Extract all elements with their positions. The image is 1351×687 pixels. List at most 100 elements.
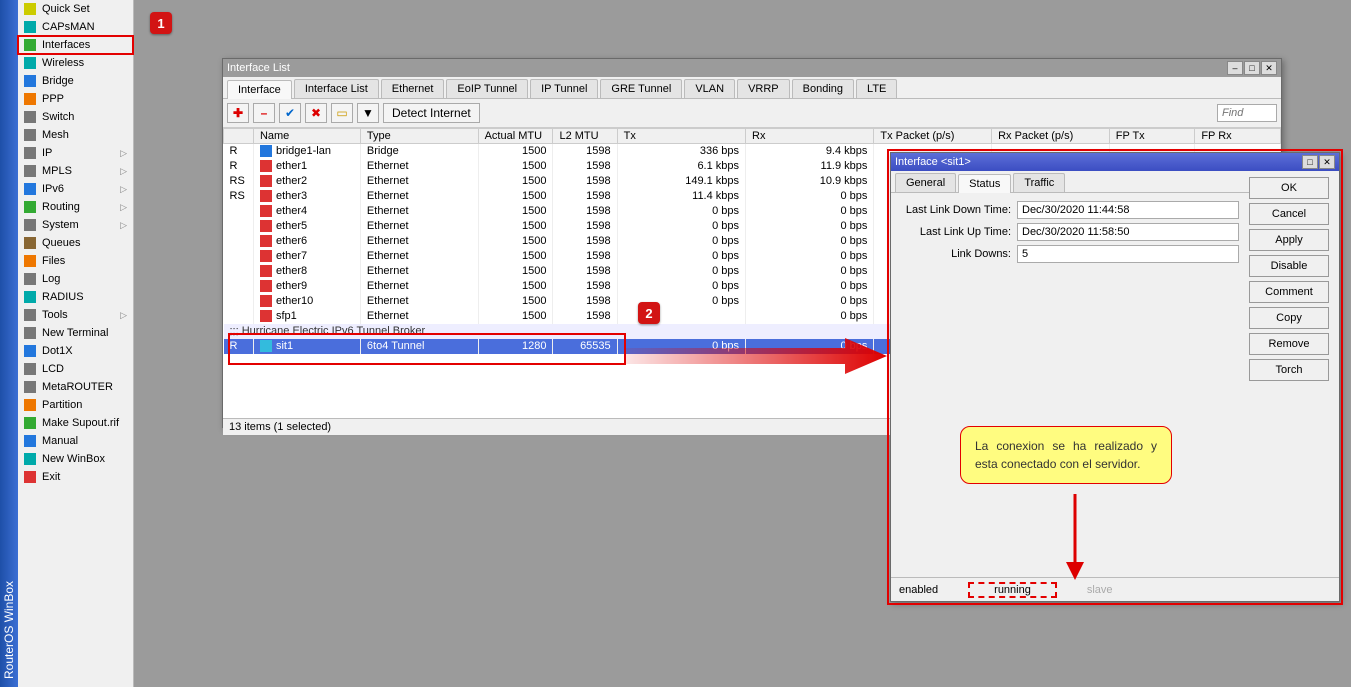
detect-internet-button[interactable]: Detect Internet bbox=[383, 103, 480, 123]
add-button[interactable]: ✚ bbox=[227, 103, 249, 123]
sidebar-label: Files bbox=[42, 255, 65, 267]
sidebar-item-capsman[interactable]: CAPsMAN bbox=[18, 18, 133, 36]
tab-ethernet[interactable]: Ethernet bbox=[381, 79, 445, 98]
interface-list-titlebar[interactable]: Interface List – □ ✕ bbox=[223, 59, 1281, 77]
col-header[interactable]: L2 MTU bbox=[553, 129, 617, 144]
detail-tab-status[interactable]: Status bbox=[958, 174, 1011, 193]
sidebar-item-ipv6[interactable]: IPv6▷ bbox=[18, 180, 133, 198]
annotation-callout: La conexion se ha realizado y esta conec… bbox=[960, 426, 1172, 484]
tab-vlan[interactable]: VLAN bbox=[684, 79, 735, 98]
filter-button[interactable]: ▼ bbox=[357, 103, 379, 123]
tab-gre-tunnel[interactable]: GRE Tunnel bbox=[600, 79, 682, 98]
detail-close-button[interactable]: ✕ bbox=[1319, 155, 1335, 169]
col-header[interactable] bbox=[224, 129, 254, 144]
sidebar-label: Interfaces bbox=[42, 39, 90, 51]
tab-interface-list[interactable]: Interface List bbox=[294, 79, 379, 98]
copy-button[interactable]: Copy bbox=[1249, 307, 1329, 329]
sidebar-label: New WinBox bbox=[42, 453, 105, 465]
col-header[interactable]: FP Tx bbox=[1109, 129, 1195, 144]
sidebar-item-queues[interactable]: Queues bbox=[18, 234, 133, 252]
sidebar-item-partition[interactable]: Partition bbox=[18, 396, 133, 414]
col-header[interactable]: Tx Packet (p/s) bbox=[874, 129, 992, 144]
cancel-button[interactable]: Cancel bbox=[1249, 203, 1329, 225]
close-button[interactable]: ✕ bbox=[1261, 61, 1277, 75]
sidebar-item-manual[interactable]: Manual bbox=[18, 432, 133, 450]
sidebar-label: MPLS bbox=[42, 165, 72, 177]
remove-button[interactable]: Remove bbox=[1249, 333, 1329, 355]
ok-button[interactable]: OK bbox=[1249, 177, 1329, 199]
submenu-arrow-icon: ▷ bbox=[120, 310, 127, 321]
torch-button[interactable]: Torch bbox=[1249, 359, 1329, 381]
sidebar-item-lcd[interactable]: LCD bbox=[18, 360, 133, 378]
submenu-arrow-icon: ▷ bbox=[120, 184, 127, 195]
tab-bonding[interactable]: Bonding bbox=[792, 79, 854, 98]
interface-icon bbox=[260, 280, 272, 292]
menu-icon bbox=[24, 309, 36, 321]
sidebar-item-switch[interactable]: Switch bbox=[18, 108, 133, 126]
col-header[interactable]: Rx bbox=[746, 129, 874, 144]
sidebar-item-interfaces[interactable]: Interfaces bbox=[18, 36, 133, 54]
comment-button[interactable]: ▭ bbox=[331, 103, 353, 123]
sidebar-item-make-supout-rif[interactable]: Make Supout.rif bbox=[18, 414, 133, 432]
interface-icon bbox=[260, 205, 272, 217]
sidebar-item-metarouter[interactable]: MetaROUTER bbox=[18, 378, 133, 396]
enable-button[interactable]: ✔ bbox=[279, 103, 301, 123]
detail-form: Last Link Down Time:Last Link Up Time:Li… bbox=[901, 201, 1239, 263]
sidebar-item-system[interactable]: System▷ bbox=[18, 216, 133, 234]
apply-button[interactable]: Apply bbox=[1249, 229, 1329, 251]
sidebar-item-exit[interactable]: Exit bbox=[18, 468, 133, 486]
detail-minimize-button[interactable]: □ bbox=[1302, 155, 1318, 169]
detail-titlebar[interactable]: Interface <sit1> □ ✕ bbox=[891, 153, 1339, 171]
submenu-arrow-icon: ▷ bbox=[120, 166, 127, 177]
sidebar-label: Make Supout.rif bbox=[42, 417, 119, 429]
submenu-arrow-icon: ▷ bbox=[120, 148, 127, 159]
menu-icon bbox=[24, 111, 36, 123]
remove-button[interactable]: – bbox=[253, 103, 275, 123]
tab-eoip-tunnel[interactable]: EoIP Tunnel bbox=[446, 79, 528, 98]
tab-vrrp[interactable]: VRRP bbox=[737, 79, 790, 98]
col-header[interactable]: Name bbox=[253, 129, 360, 144]
sidebar-item-ppp[interactable]: PPP bbox=[18, 90, 133, 108]
sidebar-item-quick-set[interactable]: Quick Set bbox=[18, 0, 133, 18]
sidebar-item-mpls[interactable]: MPLS ▷ bbox=[18, 162, 133, 180]
sidebar-label: CAPsMAN bbox=[42, 21, 95, 33]
submenu-arrow-icon: ▷ bbox=[120, 202, 127, 213]
sidebar-label: Dot1X bbox=[42, 345, 73, 357]
maximize-button[interactable]: □ bbox=[1244, 61, 1260, 75]
form-value bbox=[1017, 223, 1239, 241]
col-header[interactable]: Rx Packet (p/s) bbox=[992, 129, 1110, 144]
submenu-arrow-icon: ▷ bbox=[120, 220, 127, 231]
sidebar-item-new-winbox[interactable]: New WinBox bbox=[18, 450, 133, 468]
sidebar-item-log[interactable]: Log bbox=[18, 270, 133, 288]
sidebar-item-new-terminal[interactable]: New Terminal bbox=[18, 324, 133, 342]
sidebar-item-wireless[interactable]: Wireless bbox=[18, 54, 133, 72]
annotation-badge-1: 1 bbox=[150, 12, 172, 34]
sidebar-label: Routing bbox=[42, 201, 80, 213]
find-input[interactable] bbox=[1217, 104, 1277, 122]
sidebar-item-tools[interactable]: Tools▷ bbox=[18, 306, 133, 324]
menu-icon bbox=[24, 237, 36, 249]
col-header[interactable]: FP Rx bbox=[1195, 129, 1281, 144]
sidebar-item-mesh[interactable]: Mesh bbox=[18, 126, 133, 144]
menu-icon bbox=[24, 381, 36, 393]
minimize-button[interactable]: – bbox=[1227, 61, 1243, 75]
sidebar-item-files[interactable]: Files bbox=[18, 252, 133, 270]
sidebar-item-radius[interactable]: RADIUS bbox=[18, 288, 133, 306]
col-header[interactable]: Actual MTU bbox=[478, 129, 553, 144]
tab-interface[interactable]: Interface bbox=[227, 80, 292, 99]
sidebar-item-dot1x[interactable]: Dot1X bbox=[18, 342, 133, 360]
tab-ip-tunnel[interactable]: IP Tunnel bbox=[530, 79, 598, 98]
comment-button[interactable]: Comment bbox=[1249, 281, 1329, 303]
detail-status-bar: enabled running slave bbox=[891, 577, 1339, 602]
status-running: running bbox=[968, 582, 1057, 598]
tab-lte[interactable]: LTE bbox=[856, 79, 897, 98]
disable-button[interactable]: Disable bbox=[1249, 255, 1329, 277]
sidebar-item-routing[interactable]: Routing ▷ bbox=[18, 198, 133, 216]
sidebar-item-bridge[interactable]: Bridge bbox=[18, 72, 133, 90]
detail-tab-traffic[interactable]: Traffic bbox=[1013, 173, 1065, 192]
sidebar-item-ip[interactable]: IP▷ bbox=[18, 144, 133, 162]
col-header[interactable]: Tx bbox=[617, 129, 745, 144]
col-header[interactable]: Type bbox=[360, 129, 478, 144]
detail-tab-general[interactable]: General bbox=[895, 173, 956, 192]
disable-button[interactable]: ✖ bbox=[305, 103, 327, 123]
